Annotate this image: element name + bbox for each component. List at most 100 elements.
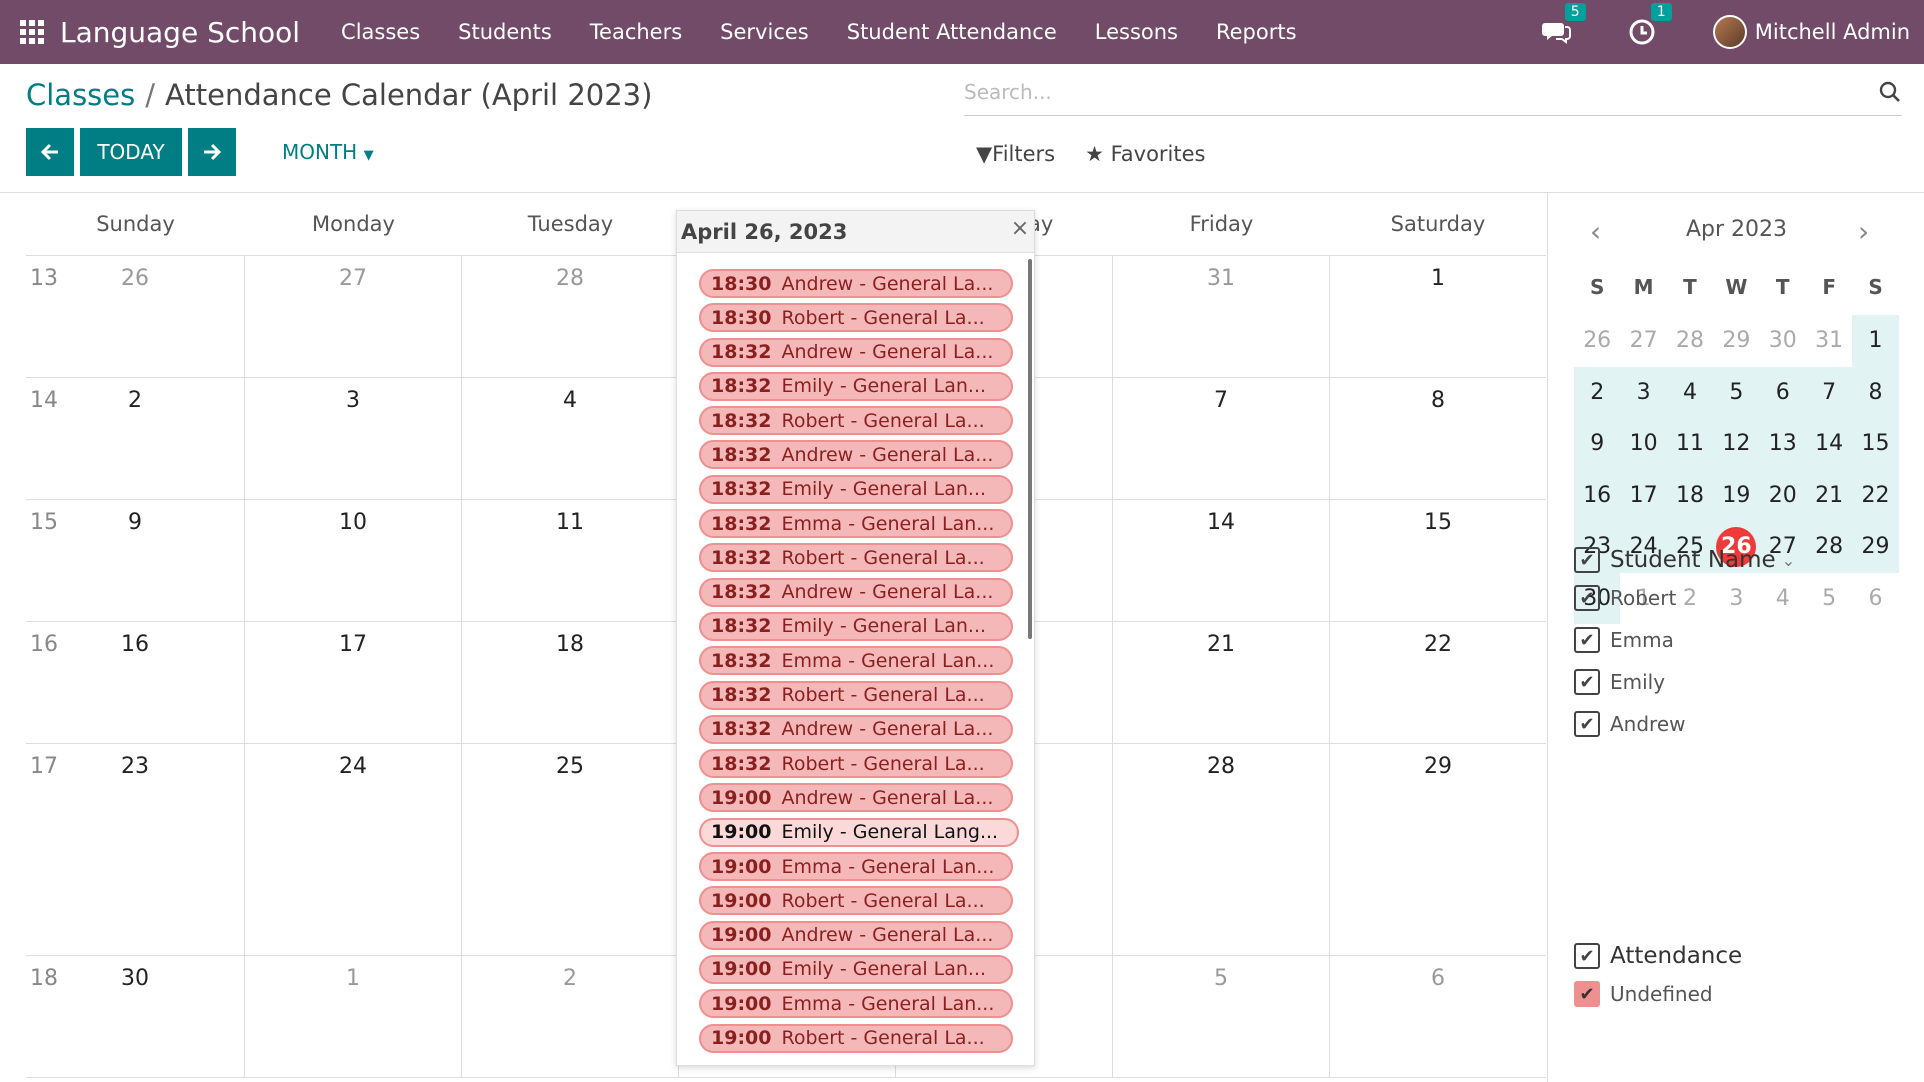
mini-calendar-day[interactable]: 6: [1852, 573, 1898, 625]
day-number[interactable]: 6: [1330, 966, 1546, 991]
calendar-event[interactable]: 18:32 Andrew - General La...: [699, 577, 1013, 607]
check-icon[interactable]: ✔: [1574, 669, 1600, 695]
calendar-event[interactable]: 19:00 Andrew - General La...: [699, 783, 1013, 813]
calendar-event[interactable]: 19:00 Robert - General La...: [699, 1023, 1013, 1053]
day-number[interactable]: 4: [462, 388, 678, 413]
mini-calendar-day[interactable]: 7: [1805, 366, 1853, 418]
student-filter-item[interactable]: ✔ Emma: [1574, 619, 1795, 661]
day-number[interactable]: 5: [1113, 966, 1329, 991]
calendar-event[interactable]: 18:30 Andrew - General La...: [699, 269, 1013, 298]
student-filter-item[interactable]: ✔ Robert: [1574, 577, 1795, 619]
calendar-event[interactable]: 18:32 Robert - General La...: [699, 406, 1013, 436]
calendar-day-cell[interactable]: 24: [245, 744, 462, 955]
day-number[interactable]: 3: [245, 388, 461, 413]
calendar-event[interactable]: 19:00 Emily - General Lang...: [699, 817, 1019, 847]
menu-item-teachers[interactable]: Teachers: [590, 20, 682, 44]
day-number[interactable]: 2: [26, 388, 244, 413]
day-number[interactable]: 29: [1330, 754, 1546, 779]
mini-calendar-day[interactable]: 28: [1667, 315, 1713, 367]
calendar-day-cell[interactable]: 28: [462, 256, 679, 377]
mini-calendar-day[interactable]: 21: [1805, 469, 1853, 521]
day-number[interactable]: 27: [245, 266, 461, 291]
check-icon[interactable]: ✔: [1574, 585, 1600, 611]
calendar-event[interactable]: 18:32 Emma - General Lan...: [699, 509, 1013, 539]
day-number[interactable]: 2: [462, 966, 678, 991]
close-icon[interactable]: ×: [1010, 218, 1030, 240]
student-filter-header[interactable]: ✔ Student Name ⌄: [1574, 543, 1795, 577]
day-number[interactable]: 14: [1113, 510, 1329, 535]
calendar-day-cell[interactable]: 2: [462, 956, 679, 1077]
calendar-day-cell[interactable]: 15: [1330, 500, 1546, 621]
filters-button[interactable]: ▼Filters: [976, 142, 1055, 166]
day-number[interactable]: 28: [1113, 754, 1329, 779]
calendar-event[interactable]: 18:32 Emma - General Lan...: [699, 646, 1013, 676]
day-number[interactable]: 22: [1330, 632, 1546, 657]
day-number[interactable]: 24: [245, 754, 461, 779]
mini-calendar-day[interactable]: 9: [1574, 418, 1621, 470]
mini-calendar-day[interactable]: 17: [1620, 469, 1667, 521]
calendar-day-cell[interactable]: 5: [1113, 956, 1330, 1077]
calendar-day-cell[interactable]: 21: [1113, 622, 1330, 743]
mini-calendar-day[interactable]: 5: [1713, 366, 1760, 418]
mini-calendar-day[interactable]: 13: [1759, 418, 1806, 470]
calendar-day-cell[interactable]: 2: [26, 378, 245, 499]
day-number[interactable]: 9: [26, 510, 244, 535]
calendar-day-cell[interactable]: 1: [245, 956, 462, 1077]
calendar-event[interactable]: 18:32 Andrew - General La...: [699, 440, 1013, 470]
calendar-event[interactable]: 18:32 Robert - General La...: [699, 749, 1013, 779]
calendar-event[interactable]: 18:32 Robert - General La...: [699, 680, 1013, 710]
day-number[interactable]: 18: [462, 632, 678, 657]
calendar-day-cell[interactable]: 28: [1113, 744, 1330, 955]
calendar-event[interactable]: 18:32 Andrew - General La...: [699, 714, 1013, 744]
calendar-day-cell[interactable]: 10: [245, 500, 462, 621]
mini-calendar-day[interactable]: 26: [1574, 315, 1620, 367]
calendar-day-cell[interactable]: 3: [245, 378, 462, 499]
mini-calendar-day[interactable]: 29: [1852, 521, 1899, 573]
calendar-day-cell[interactable]: 29: [1330, 744, 1546, 955]
today-button[interactable]: TODAY: [80, 128, 182, 176]
calendar-day-cell[interactable]: 8: [1330, 378, 1546, 499]
mini-calendar-day[interactable]: 19: [1713, 469, 1760, 521]
day-number[interactable]: 17: [245, 632, 461, 657]
calendar-day-cell[interactable]: 27: [245, 256, 462, 377]
chevron-right-icon[interactable]: ›: [1858, 215, 1869, 248]
calendar-day-cell[interactable]: 25: [462, 744, 679, 955]
chevron-down-icon[interactable]: ⌄: [1782, 551, 1795, 570]
day-number[interactable]: 21: [1113, 632, 1329, 657]
mini-calendar-day[interactable]: 20: [1759, 469, 1806, 521]
mini-calendar-day[interactable]: 4: [1666, 366, 1714, 418]
day-number[interactable]: 23: [26, 754, 244, 779]
check-icon[interactable]: ✔: [1574, 943, 1600, 969]
mini-calendar-day[interactable]: 3: [1620, 366, 1667, 418]
menu-item-classes[interactable]: Classes: [341, 20, 420, 44]
previous-button[interactable]: [26, 128, 74, 176]
day-number[interactable]: 1: [245, 966, 461, 991]
menu-item-student-attendance[interactable]: Student Attendance: [847, 20, 1057, 44]
mini-calendar-day[interactable]: 22: [1852, 469, 1899, 521]
student-filter-item[interactable]: ✔ Andrew: [1574, 703, 1795, 745]
scale-dropdown[interactable]: MONTH ▼: [282, 140, 374, 164]
calendar-event[interactable]: 18:32 Emily - General Lan...: [699, 611, 1013, 641]
popover-scrollbar[interactable]: [1028, 259, 1032, 639]
check-icon[interactable]: ✔: [1574, 711, 1600, 737]
search-input[interactable]: [964, 72, 1844, 112]
mini-calendar-day[interactable]: 8: [1852, 366, 1899, 418]
mini-calendar-day[interactable]: 6: [1759, 366, 1806, 418]
day-number[interactable]: 30: [26, 966, 244, 991]
attendance-filter-header[interactable]: ✔ Attendance: [1574, 939, 1742, 973]
day-number[interactable]: 26: [26, 266, 244, 291]
attendance-filter-item[interactable]: ✔ Undefined: [1574, 973, 1742, 1015]
day-number[interactable]: 1: [1330, 266, 1546, 291]
calendar-day-cell[interactable]: 18: [462, 622, 679, 743]
mini-calendar-day[interactable]: 30: [1760, 315, 1806, 367]
calendar-event[interactable]: 19:00 Emma - General Lan...: [699, 852, 1013, 882]
calendar-day-cell[interactable]: 11: [462, 500, 679, 621]
menu-item-lessons[interactable]: Lessons: [1095, 20, 1178, 44]
calendar-event[interactable]: 19:00 Andrew - General La...: [699, 920, 1013, 950]
menu-item-services[interactable]: Services: [720, 20, 809, 44]
day-number[interactable]: 28: [462, 266, 678, 291]
day-number[interactable]: 7: [1113, 388, 1329, 413]
mini-calendar-day[interactable]: 15: [1852, 418, 1899, 470]
calendar-event[interactable]: 19:00 Emily - General Lan...: [699, 954, 1013, 984]
day-number[interactable]: 15: [1330, 510, 1546, 535]
